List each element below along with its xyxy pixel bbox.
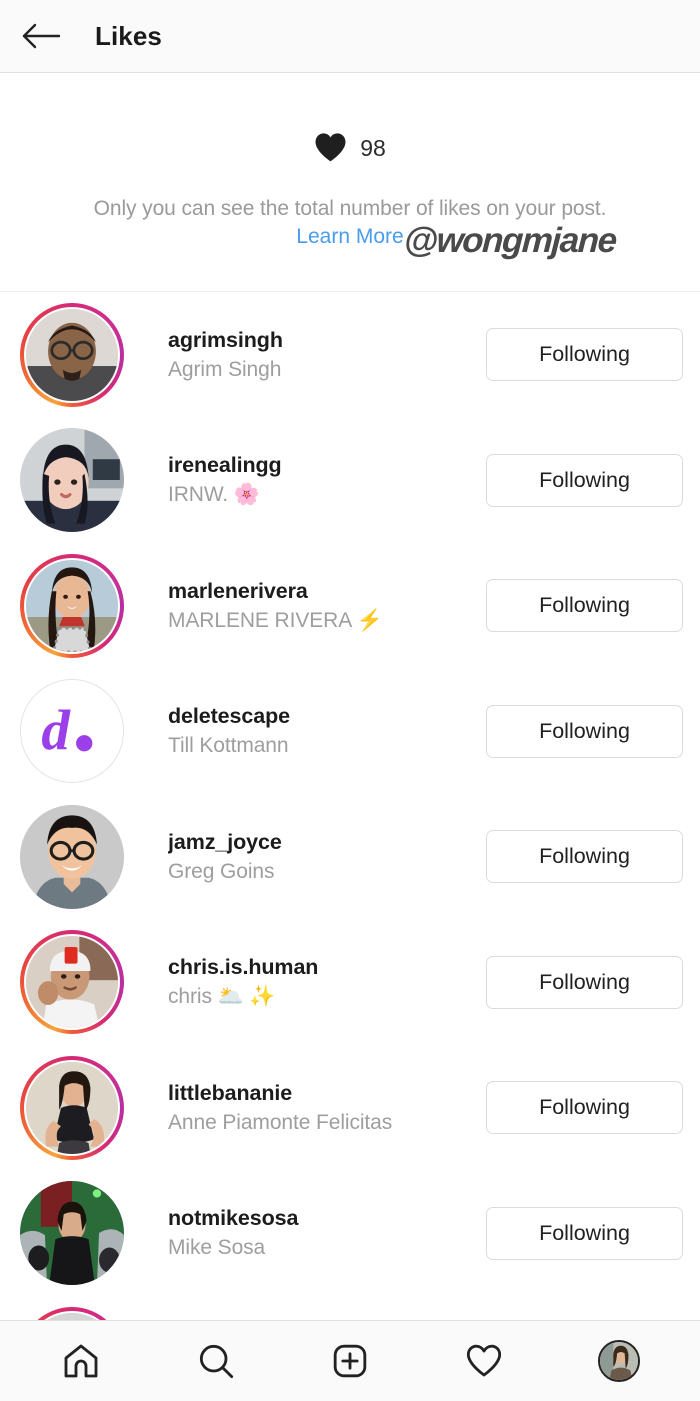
username[interactable]: marlenerivera: [168, 579, 476, 604]
user-names: marlenerivera MARLENE RIVERA ⚡: [168, 579, 476, 633]
avatar-image: d: [20, 679, 124, 784]
nav-home-button[interactable]: [39, 1330, 123, 1392]
username[interactable]: agrimsingh: [168, 328, 476, 353]
watermark-label: @wongmjane: [401, 219, 619, 262]
avatar-image: [26, 308, 118, 401]
username[interactable]: deletescape: [168, 704, 476, 729]
avatar[interactable]: [20, 428, 124, 533]
username[interactable]: irenealingg: [168, 453, 476, 478]
nav-profile-button[interactable]: [577, 1330, 661, 1392]
avatar[interactable]: [20, 1306, 124, 1320]
avatar[interactable]: [20, 804, 124, 909]
home-icon: [61, 1341, 101, 1381]
search-icon: [196, 1341, 236, 1381]
page-title: Likes: [95, 20, 162, 51]
nav-search-button[interactable]: [174, 1330, 258, 1392]
bottom-navigation: [0, 1320, 700, 1401]
fullname: Till Kottmann: [168, 734, 289, 758]
list-item[interactable]: notmikesosa Mike Sosa Following: [0, 1170, 700, 1296]
username[interactable]: notmikesosa: [168, 1206, 476, 1231]
avatar-image: [20, 1181, 124, 1286]
svg-text:d: d: [41, 700, 71, 763]
follow-button[interactable]: Following: [486, 579, 683, 633]
fullname: Anne Piamonte Felicitas: [168, 1110, 393, 1134]
list-item[interactable]: marlenerivera MARLENE RIVERA ⚡ Following: [0, 543, 700, 669]
profile-avatar-icon: [597, 1340, 640, 1382]
follow-button[interactable]: Following: [486, 955, 683, 1009]
user-names: littlebananie Anne Piamonte Felicitas: [168, 1081, 476, 1135]
arrow-left-icon: [21, 22, 61, 50]
list-item[interactable]: littlebananie Anne Piamonte Felicitas Fo…: [0, 1045, 700, 1171]
fullname: MARLENE RIVERA ⚡: [168, 608, 383, 632]
avatar[interactable]: [20, 1055, 124, 1160]
like-count-value: 98: [360, 134, 386, 161]
username[interactable]: chris.is.human: [168, 955, 476, 980]
list-item[interactable]: chris.is.human chris 🌥️ ✨ Following: [0, 919, 700, 1045]
avatar-image: [26, 559, 118, 652]
nav-add-post-button[interactable]: [308, 1330, 392, 1392]
app-header: Likes: [0, 0, 700, 73]
username[interactable]: jamz_joyce: [168, 830, 476, 855]
heart-filled-icon: [314, 132, 347, 162]
follow-button[interactable]: Following: [486, 453, 683, 507]
avatar-image: [20, 804, 124, 909]
list-item[interactable]: jamz_joyce Greg Goins Following: [0, 794, 700, 920]
avatar-image: [26, 1312, 118, 1320]
plus-square-icon: [330, 1341, 370, 1381]
user-names: chris.is.human chris 🌥️ ✨: [168, 955, 476, 1009]
fullname: Mike Sosa: [168, 1236, 266, 1260]
avatar[interactable]: d: [20, 679, 124, 784]
learn-more-link[interactable]: Learn More: [296, 225, 403, 249]
heart-outline-icon: [464, 1341, 504, 1381]
fullname: Agrim Singh: [168, 357, 282, 381]
username[interactable]: littlebananie: [168, 1081, 476, 1106]
follow-button[interactable]: Following: [486, 1206, 683, 1260]
follow-button[interactable]: Following: [486, 328, 683, 382]
list-item[interactable]: d deletescape Till Kottmann Following: [0, 668, 700, 794]
follow-button[interactable]: Following: [486, 830, 683, 884]
avatar[interactable]: [20, 302, 124, 407]
avatar-image: [20, 428, 124, 533]
list-item[interactable]: irenealingg IRNW. 🌸 Following: [0, 417, 700, 543]
user-names: irenealingg IRNW. 🌸: [168, 453, 476, 507]
user-names: jamz_joyce Greg Goins: [168, 830, 476, 884]
fullname: Greg Goins: [168, 859, 275, 883]
follow-button[interactable]: Following: [486, 1081, 683, 1135]
instagram-likes-screen: Likes 98 Only you can see the total numb…: [0, 0, 700, 1401]
likes-user-list[interactable]: agrimsingh Agrim Singh Following ireneal…: [0, 292, 700, 1320]
fullname: chris 🌥️ ✨: [168, 985, 276, 1009]
avatar-image: [26, 1061, 118, 1154]
back-button[interactable]: [14, 9, 68, 63]
avatar-image: [26, 936, 118, 1029]
avatar[interactable]: [20, 1181, 124, 1286]
avatar[interactable]: [20, 553, 124, 658]
list-item[interactable]: [0, 1296, 700, 1320]
list-item[interactable]: agrimsingh Agrim Singh Following: [0, 292, 700, 418]
user-names: notmikesosa Mike Sosa: [168, 1206, 476, 1260]
user-names: deletescape Till Kottmann: [168, 704, 476, 758]
user-names: agrimsingh Agrim Singh: [168, 328, 476, 382]
likes-summary: 98 Only you can see the total number of …: [0, 73, 700, 292]
like-count-row: 98: [314, 130, 386, 164]
likes-info-text: Only you can see the total number of lik…: [93, 197, 607, 220]
nav-activity-button[interactable]: [442, 1330, 526, 1392]
avatar[interactable]: [20, 930, 124, 1035]
follow-button[interactable]: Following: [486, 704, 683, 758]
fullname: IRNW. 🌸: [168, 483, 260, 507]
